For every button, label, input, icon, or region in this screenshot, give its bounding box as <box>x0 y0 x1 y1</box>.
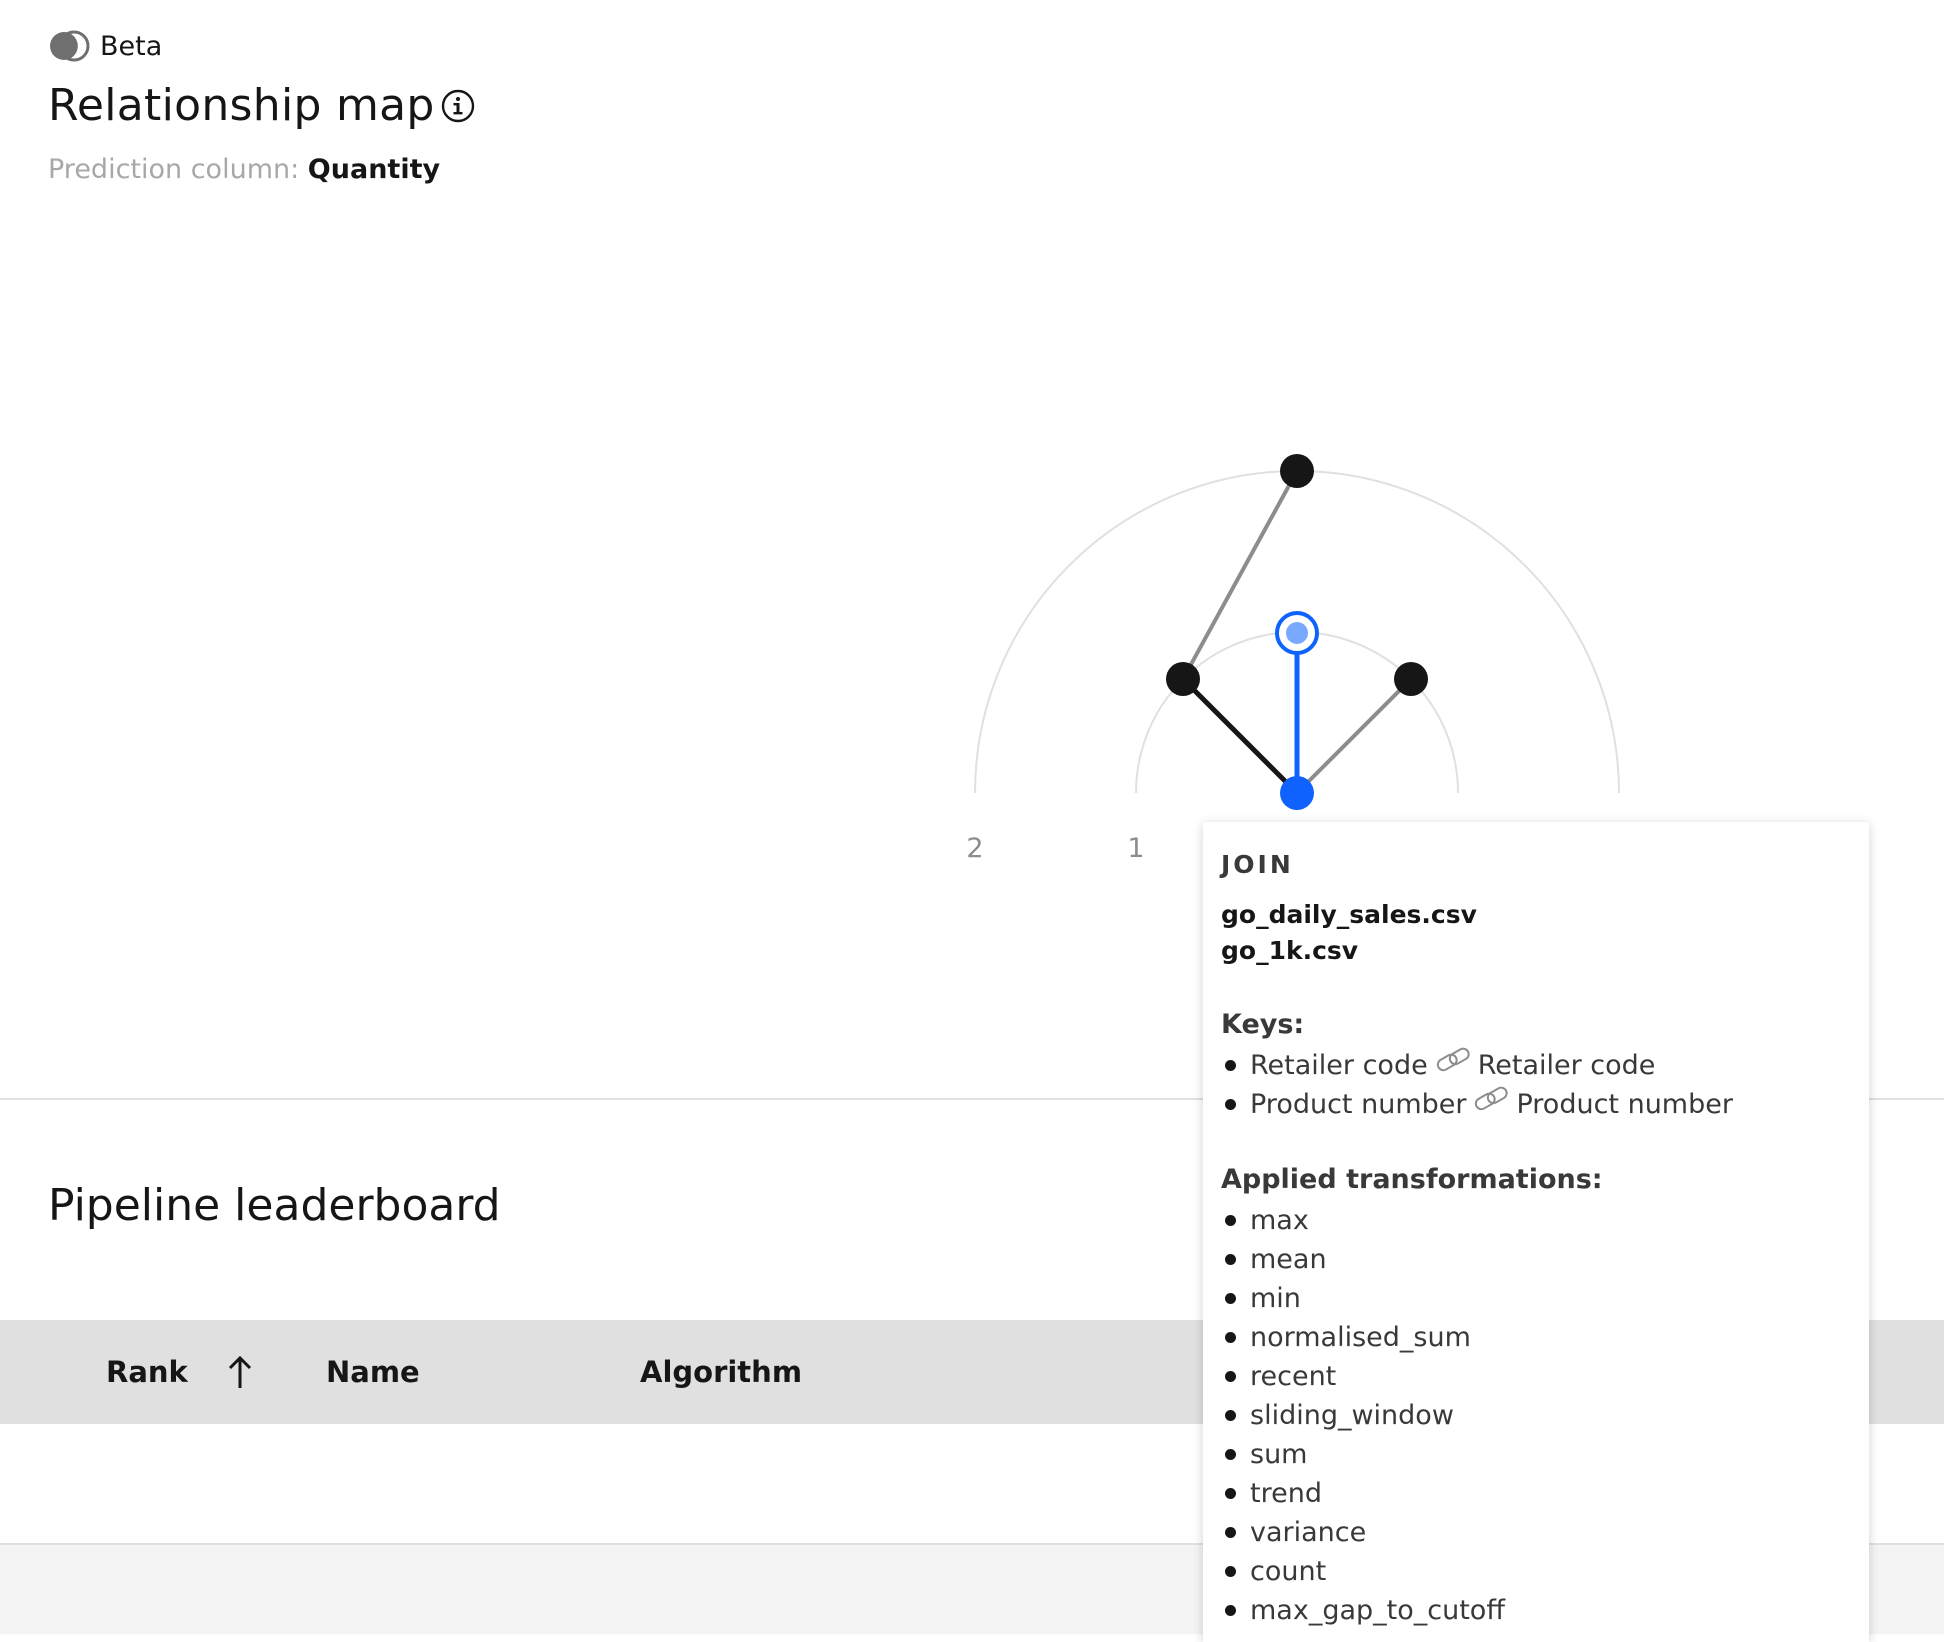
node-right[interactable] <box>1394 662 1428 696</box>
column-header-algorithm[interactable]: Algorithm <box>640 1320 802 1424</box>
transformation-item: mean <box>1221 1240 1851 1279</box>
key-left: Retailer code <box>1250 1050 1428 1081</box>
bullet <box>1225 1371 1236 1382</box>
transformation-label: sliding_window <box>1250 1400 1454 1431</box>
transformation-item: variance <box>1221 1513 1851 1552</box>
key-item: Retailer code Retailer code <box>1221 1046 1851 1085</box>
transformation-label: count <box>1250 1556 1327 1587</box>
bullet <box>1225 1254 1236 1265</box>
node-selected-center <box>1286 622 1308 644</box>
transformation-label: max <box>1250 1205 1309 1236</box>
transformation-label: variance <box>1250 1517 1367 1548</box>
transformation-item: max_gap_to_cutoff <box>1221 1591 1851 1630</box>
bullet <box>1225 1449 1236 1460</box>
edge-root-to-left <box>1181 677 1299 795</box>
transformation-item: min <box>1221 1279 1851 1318</box>
node-root[interactable] <box>1280 776 1314 810</box>
key-right: Retailer code <box>1477 1050 1656 1081</box>
tooltip-file: go_daily_sales.csv <box>1221 900 1477 929</box>
transformations-label: Applied transformations: <box>1221 1164 1603 1195</box>
key-item: Product number Product number <box>1221 1085 1851 1124</box>
transformation-item: trend <box>1221 1474 1851 1513</box>
keys-label: Keys: <box>1221 1009 1305 1040</box>
bullet <box>1225 1410 1236 1421</box>
transformation-item: sum <box>1221 1435 1851 1474</box>
transformation-item: recent <box>1221 1357 1851 1396</box>
transformation-item: sliding_window <box>1221 1396 1851 1435</box>
column-header-rank[interactable]: Rank <box>106 1320 188 1424</box>
transformation-item: max <box>1221 1201 1851 1240</box>
bullet <box>1225 1099 1236 1110</box>
ring-label-2: 2 <box>966 833 983 864</box>
bullet <box>1225 1605 1236 1616</box>
sort-ascending-icon[interactable] <box>224 1352 256 1392</box>
edge-left-to-top <box>1181 470 1299 680</box>
tooltip-heading: JOIN <box>1221 850 1294 879</box>
tooltip-file: go_1k.csv <box>1221 936 1359 965</box>
bullet <box>1225 1215 1236 1226</box>
transformation-label: sum <box>1250 1439 1308 1470</box>
bullet <box>1225 1488 1236 1499</box>
transformation-label: mean <box>1250 1244 1327 1275</box>
keys-list: Retailer code Retailer code Product numb… <box>1221 1046 1851 1124</box>
transformation-item: normalised_sum <box>1221 1318 1851 1357</box>
key-right: Product number <box>1516 1089 1733 1120</box>
bullet <box>1225 1293 1236 1304</box>
column-header-name[interactable]: Name <box>326 1320 420 1424</box>
transformations-list: max mean min normalised_sumrecent sliding_wi… <box>1221 1201 1851 1630</box>
bullet <box>1225 1332 1236 1343</box>
edge-root-to-right <box>1295 677 1413 795</box>
relationship-map: 2 1 <box>966 454 1620 864</box>
link-icon <box>1436 1047 1470 1071</box>
bullet <box>1225 1060 1236 1071</box>
ring-label-1: 1 <box>1127 833 1144 864</box>
transformation-label: trend <box>1250 1478 1322 1509</box>
link-icon <box>1475 1086 1509 1110</box>
transformation-label: recent <box>1250 1361 1337 1392</box>
transformation-item: count <box>1221 1552 1851 1591</box>
transformation-label: normalised_sum <box>1250 1322 1471 1353</box>
key-left: Product number <box>1250 1089 1467 1120</box>
bullet <box>1225 1566 1236 1577</box>
join-tooltip: JOIN go_daily_sales.csv go_1k.csv Keys: … <box>1203 822 1869 1642</box>
transformation-label: max_gap_to_cutoff <box>1250 1595 1505 1626</box>
node-left[interactable] <box>1166 662 1200 696</box>
bullet <box>1225 1527 1236 1538</box>
leaderboard-title: Pipeline leaderboard <box>48 1180 501 1231</box>
transformation-label: min <box>1250 1283 1301 1314</box>
node-top[interactable] <box>1280 454 1314 488</box>
